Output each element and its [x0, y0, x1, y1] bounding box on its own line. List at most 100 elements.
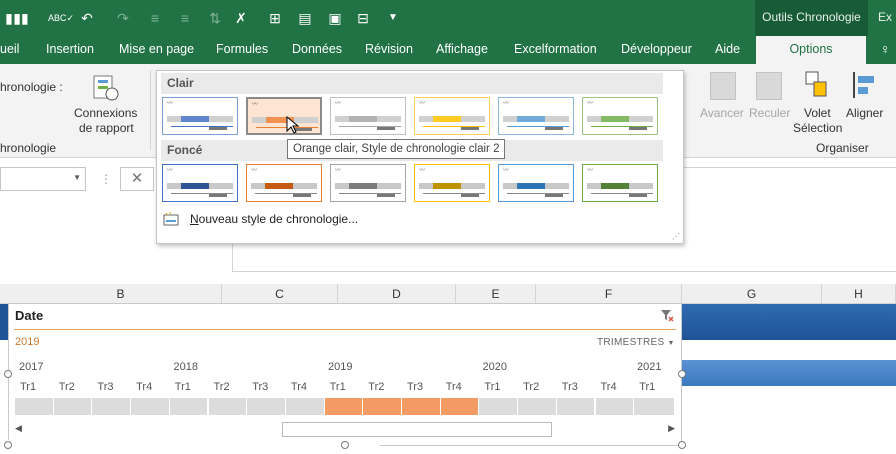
- resize-handle-corner[interactable]: [678, 441, 686, 449]
- time-level-selector[interactable]: TRIMESTRES ▼: [597, 337, 675, 348]
- timeline-quarter-label[interactable]: Tr2: [214, 381, 230, 393]
- align-label[interactable]: Aligner: [846, 106, 883, 120]
- timeline-quarter-label[interactable]: Tr4: [601, 381, 617, 393]
- timeline-quarter-label[interactable]: Tr1: [639, 381, 655, 393]
- dark-style-swatch[interactable]: 〰: [246, 164, 322, 202]
- timeline-quarter-label[interactable]: Tr1: [330, 381, 346, 393]
- new-timeline-style-link[interactable]: Nouveau style de chronologie...: [190, 212, 358, 226]
- light-style-swatch[interactable]: 〰: [414, 97, 490, 135]
- timeline-quarter-cell[interactable]: [247, 398, 286, 415]
- name-box[interactable]: ▼: [0, 167, 86, 191]
- align-icon[interactable]: [850, 70, 880, 100]
- timeline-quarter-cell[interactable]: [595, 398, 635, 415]
- timeline-quarter-cell[interactable]: [479, 398, 519, 415]
- smartart-icon[interactable]: ⊟: [354, 9, 372, 27]
- timeline-quarter-cell[interactable]: [131, 398, 170, 415]
- spelling-icon[interactable]: ABC✓: [48, 9, 74, 27]
- tab-help[interactable]: Aide: [715, 36, 740, 64]
- timeline-quarter-label[interactable]: Tr2: [523, 381, 539, 393]
- gallery-resize-grip[interactable]: ⋰: [672, 232, 680, 241]
- column-header-e[interactable]: E: [456, 284, 536, 304]
- tab-excelformation[interactable]: Excelformation: [514, 36, 597, 64]
- report-connections-line2[interactable]: de rapport: [79, 121, 134, 135]
- light-style-swatch[interactable]: 〰: [246, 97, 322, 135]
- column-header-f[interactable]: F: [536, 284, 682, 304]
- timeline-scrollbar[interactable]: ◀ ▶: [15, 422, 675, 438]
- clear-filter-icon[interactable]: [660, 308, 674, 322]
- lightbulb-icon[interactable]: ♀: [880, 36, 891, 64]
- timeline-quarter-cell[interactable]: [363, 398, 402, 415]
- tab-insert[interactable]: Insertion: [46, 36, 94, 64]
- tab-data[interactable]: Données: [292, 36, 342, 64]
- tab-options[interactable]: Options: [756, 36, 866, 64]
- undo-icon[interactable]: ↶: [78, 9, 96, 27]
- light-style-swatch[interactable]: 〰: [330, 97, 406, 135]
- scroll-left-icon[interactable]: ◀: [15, 423, 22, 434]
- resize-handle-right[interactable]: [678, 370, 686, 378]
- selection-pane-icon[interactable]: [804, 70, 830, 100]
- dark-style-swatch[interactable]: 〰: [498, 164, 574, 202]
- timeline-quarter-cell[interactable]: [556, 398, 596, 415]
- column-header-b[interactable]: B: [20, 284, 222, 304]
- scroll-right-icon[interactable]: ▶: [668, 423, 675, 434]
- tab-home[interactable]: ueil: [0, 36, 19, 64]
- timeline-quarter-cell[interactable]: [518, 398, 557, 415]
- column-chart-icon[interactable]: ▮▮: [12, 9, 30, 27]
- report-connections-icon[interactable]: [90, 72, 120, 102]
- column-header-g[interactable]: G: [682, 284, 822, 304]
- form-icon[interactable]: ▤: [296, 9, 314, 27]
- timeline-quarter-cell[interactable]: [92, 398, 132, 415]
- selection-pane-line1[interactable]: Volet: [804, 106, 831, 120]
- filter-clear-icon[interactable]: ✗: [232, 9, 250, 27]
- timeline-quarter-cell[interactable]: [285, 398, 325, 415]
- light-style-swatch[interactable]: 〰: [498, 97, 574, 135]
- timeline-quarter-cell[interactable]: [402, 398, 441, 415]
- light-style-swatch[interactable]: 〰: [162, 97, 238, 135]
- timeline-quarter-cell[interactable]: [169, 398, 209, 415]
- column-header-c[interactable]: C: [222, 284, 338, 304]
- customize-qat-icon[interactable]: ▼: [384, 9, 402, 27]
- resize-handle-corner-left[interactable]: [4, 441, 12, 449]
- scroll-thumb[interactable]: [282, 422, 552, 437]
- report-connections-line1[interactable]: Connexions: [74, 106, 137, 120]
- timeline-quarter-label[interactable]: Tr2: [59, 381, 75, 393]
- timeline-quarter-label[interactable]: Tr4: [446, 381, 462, 393]
- timeline-quarter-label[interactable]: Tr3: [407, 381, 423, 393]
- light-style-swatch[interactable]: 〰: [582, 97, 658, 135]
- timeline-quarter-cell[interactable]: [324, 398, 364, 415]
- timeline-quarter-cell[interactable]: [208, 398, 248, 415]
- tab-developer[interactable]: Développeur: [621, 36, 692, 64]
- hierarchy-icon[interactable]: ⊞: [266, 9, 284, 27]
- timeline-quarter-cell[interactable]: [634, 398, 675, 415]
- column-header-h[interactable]: H: [822, 284, 896, 304]
- selection-pane-line2[interactable]: Sélection: [793, 121, 842, 135]
- time-level-label[interactable]: TRIMESTRES: [597, 337, 664, 348]
- cancel-entry-button[interactable]: ✕: [120, 167, 154, 191]
- timeline-quarter-label[interactable]: Tr1: [484, 381, 500, 393]
- dark-style-swatch[interactable]: 〰: [414, 164, 490, 202]
- timeline-quarter-label[interactable]: Tr2: [368, 381, 384, 393]
- dark-style-swatch[interactable]: 〰: [582, 164, 658, 202]
- camera-icon[interactable]: ▣: [326, 9, 344, 27]
- column-header-d[interactable]: D: [338, 284, 456, 304]
- timeline-quarter-cell[interactable]: [440, 398, 480, 415]
- dark-style-swatch[interactable]: 〰: [330, 164, 406, 202]
- timeline-quarter-label[interactable]: Tr3: [252, 381, 268, 393]
- name-box-dropdown-icon[interactable]: ▼: [73, 173, 81, 182]
- redo-icon: ↷: [117, 10, 129, 26]
- tab-page-layout[interactable]: Mise en page: [119, 36, 194, 64]
- timeline-quarter-label[interactable]: Tr1: [20, 381, 36, 393]
- tab-review[interactable]: Révision: [365, 36, 413, 64]
- timeline-quarter-label[interactable]: Tr4: [291, 381, 307, 393]
- tab-formulas[interactable]: Formules: [216, 36, 268, 64]
- timeline-quarter-label[interactable]: Tr3: [562, 381, 578, 393]
- timeline-quarter-label[interactable]: Tr4: [136, 381, 152, 393]
- resize-handle-bottom[interactable]: [341, 441, 349, 449]
- timeline-quarter-label[interactable]: Tr1: [175, 381, 191, 393]
- tab-view[interactable]: Affichage: [436, 36, 488, 64]
- timeline-quarter-cell[interactable]: [15, 398, 54, 415]
- timeline-quarter-cell[interactable]: [53, 398, 93, 415]
- timeline-quarter-label[interactable]: Tr3: [97, 381, 113, 393]
- resize-handle-left[interactable]: [4, 370, 12, 378]
- dark-style-swatch[interactable]: 〰: [162, 164, 238, 202]
